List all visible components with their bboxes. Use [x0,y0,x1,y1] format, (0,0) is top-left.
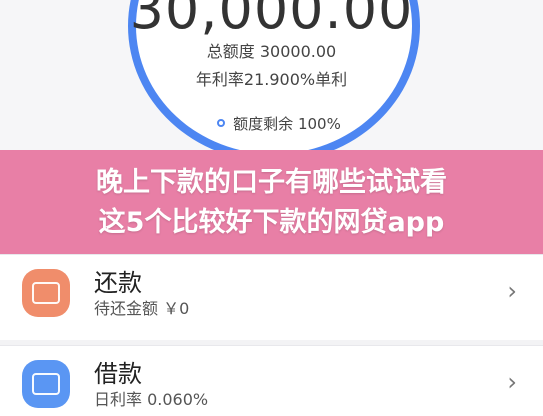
remaining-dot-icon [217,119,226,127]
remaining-label: 额度剩余 100% [233,114,341,133]
repay-title: 还款 [94,269,142,297]
banner-line-2: 这5个比较好下款的网贷app [98,206,445,238]
available-amount: 30,000.00 [129,0,414,41]
chevron-right-icon: › [507,368,517,396]
promo-banner: 晚上下款的口子有哪些试试看 这5个比较好下款的网贷app [0,150,543,255]
total-credit: 总额度 30000.00 [206,42,337,61]
borrow-card[interactable]: 借款 日利率 0.060% › [0,345,543,416]
chevron-right-icon: › [507,277,517,305]
remaining-credit: 额度剩余 100% [205,112,353,134]
summary-panel: 30,000.00 总额度 30000.00 年利率21.900%单利 额度剩余… [0,0,543,162]
repay-subtitle: 待还金额 ￥0 [94,299,190,318]
borrow-subtitle: 日利率 0.060% [94,390,209,409]
banner-line-1: 晚上下款的口子有哪些试试看 [96,166,447,198]
annual-rate: 年利率21.900%单利 [195,70,348,89]
repay-icon [22,269,70,317]
card-icon [32,282,60,304]
borrow-icon [22,360,70,408]
borrow-title: 借款 [94,360,142,388]
repay-card[interactable]: 还款 待还金额 ￥0 › [0,254,543,340]
card-icon [32,373,60,395]
